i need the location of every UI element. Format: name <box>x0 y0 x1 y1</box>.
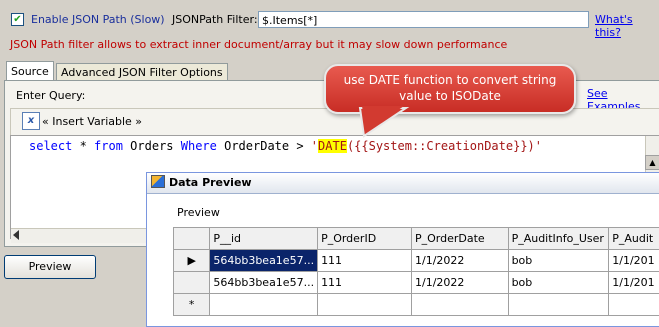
grid-cell[interactable]: 1/1/2022 <box>411 250 508 272</box>
table-row[interactable]: ▶ 564bb3bea1e57... 111 1/1/2022 bob 1/1/… <box>174 250 659 272</box>
grid-cell[interactable]: 1/1/2022 <box>411 272 508 294</box>
grid-cell[interactable]: bob <box>508 250 609 272</box>
code-date-argument: ({{System::CreationDate}})' <box>347 139 542 153</box>
data-preview-window: Data Preview Preview P__id P_OrderID P_O… <box>146 172 659 327</box>
grid-cell[interactable]: bob <box>508 272 609 294</box>
code-select-keyword: select <box>29 139 72 153</box>
jsonpath-hint-text: JSON Path filter allows to extract inner… <box>10 38 507 51</box>
grid-cell[interactable] <box>210 294 318 316</box>
enable-jsonpath-checkbox[interactable] <box>11 13 24 26</box>
whats-this-link[interactable]: What's this? <box>595 13 659 39</box>
enable-jsonpath-label: Enable JSON Path (Slow) <box>31 13 165 26</box>
code-table: Orders <box>123 139 181 153</box>
callout-text: use DATE function to convert string valu… <box>326 66 574 104</box>
grid-corner-cell <box>174 228 210 250</box>
enter-query-label: Enter Query: <box>16 89 85 102</box>
grid-cell[interactable] <box>318 294 412 316</box>
column-header-p-auditinfo-user[interactable]: P_AuditInfo_User <box>508 228 609 250</box>
grid-cell[interactable]: 564bb3bea1e57... <box>210 272 318 294</box>
grid-cell[interactable]: 1/1/201 <box>609 272 659 294</box>
grid-cell[interactable]: 1/1/201 <box>609 250 659 272</box>
data-preview-titlebar: Data Preview <box>147 173 659 194</box>
grid-cell[interactable] <box>508 294 609 316</box>
grid-header-row: P__id P_OrderID P_OrderDate P_AuditInfo_… <box>174 228 659 250</box>
jsonpath-filter-input[interactable]: $.Items[*] <box>258 11 589 28</box>
column-header-p-id[interactable]: P__id <box>210 228 318 250</box>
code-star: * <box>72 139 94 153</box>
grid-cell[interactable]: 111 <box>318 272 412 294</box>
preview-section-label: Preview <box>177 206 220 219</box>
column-header-p-orderid[interactable]: P_OrderID <box>318 228 412 250</box>
jsonpath-filter-label: JSONPath Filter: <box>172 13 258 26</box>
code-field: OrderDate > <box>217 139 311 153</box>
column-header-p-audit[interactable]: P_Audit <box>609 228 659 250</box>
query-code-line: select * from Orders Where OrderDate > '… <box>29 139 542 153</box>
data-preview-app-icon <box>151 175 165 188</box>
new-row-marker[interactable]: * <box>174 294 210 316</box>
grid-cell[interactable]: 111 <box>318 250 412 272</box>
data-preview-grid: P__id P_OrderID P_OrderDate P_AuditInfo_… <box>173 227 659 316</box>
scroll-left-icon[interactable] <box>13 230 19 240</box>
code-where-keyword: Where <box>181 139 217 153</box>
row-selector[interactable] <box>174 272 210 294</box>
tab-advanced-json-filter-options[interactable]: Advanced JSON Filter Options <box>56 63 228 80</box>
code-quote: ' <box>311 139 318 153</box>
table-row[interactable]: 564bb3bea1e57... 111 1/1/2022 bob 1/1/20… <box>174 272 659 294</box>
column-header-p-orderdate[interactable]: P_OrderDate <box>411 228 508 250</box>
row-selector-current[interactable]: ▶ <box>174 250 210 272</box>
preview-button[interactable]: Preview <box>4 255 96 279</box>
tab-source[interactable]: Source <box>6 61 54 80</box>
data-preview-title: Data Preview <box>169 176 252 189</box>
grid-cell[interactable] <box>609 294 659 316</box>
grid-cell[interactable]: 564bb3bea1e57... <box>210 250 318 272</box>
grid-cell[interactable] <box>411 294 508 316</box>
variable-icon: x <box>22 112 40 130</box>
insert-variable-button[interactable]: « Insert Variable » <box>42 115 142 128</box>
scroll-up-icon[interactable]: ▲ <box>645 155 659 170</box>
code-date-function: DATE <box>318 139 347 153</box>
table-row-new[interactable]: * <box>174 294 659 316</box>
callout-pointer <box>350 104 420 138</box>
editor-horizontal-scrollbar[interactable] <box>11 228 146 243</box>
code-from-keyword: from <box>94 139 123 153</box>
